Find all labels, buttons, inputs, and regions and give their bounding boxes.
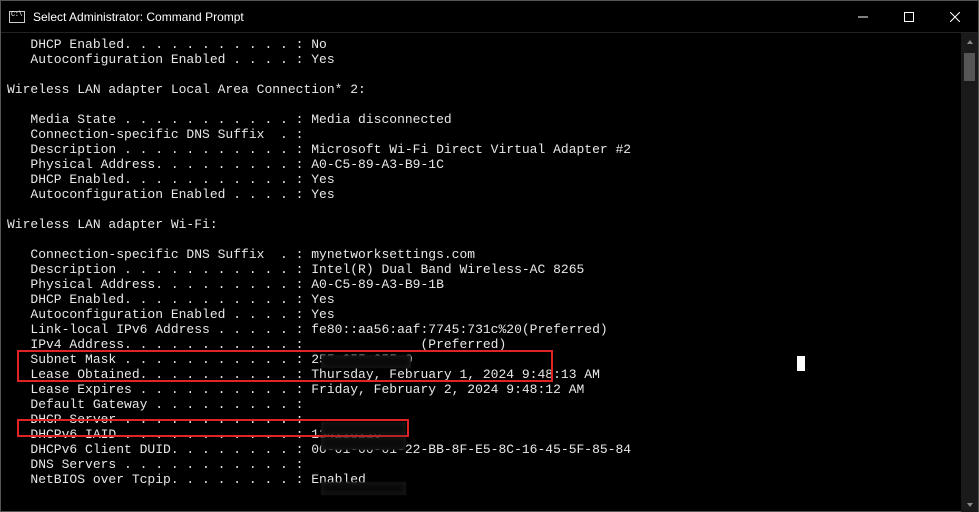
text-cursor — [797, 356, 805, 371]
maximize-button[interactable] — [886, 1, 932, 33]
terminal-output[interactable]: DHCP Enabled. . . . . . . . . . . : No A… — [1, 33, 961, 512]
redacted-gateway — [321, 422, 406, 435]
client-area: DHCP Enabled. . . . . . . . . . . : No A… — [1, 33, 978, 512]
window-title: Select Administrator: Command Prompt — [33, 10, 840, 24]
scroll-down-button[interactable] — [961, 496, 978, 512]
scroll-up-button[interactable] — [961, 33, 978, 50]
titlebar[interactable]: C:\ Select Administrator: Command Prompt — [1, 1, 978, 33]
redacted-ipv4 — [321, 355, 411, 368]
close-button[interactable] — [932, 1, 978, 33]
window-controls — [840, 1, 978, 32]
vertical-scrollbar[interactable] — [961, 33, 978, 512]
redacted-dns — [321, 482, 406, 495]
minimize-button[interactable] — [840, 1, 886, 33]
redacted-dhcp — [321, 437, 406, 450]
cmd-icon: C:\ — [9, 11, 25, 23]
scroll-thumb[interactable] — [964, 53, 975, 81]
command-prompt-window: C:\ Select Administrator: Command Prompt… — [0, 0, 979, 512]
